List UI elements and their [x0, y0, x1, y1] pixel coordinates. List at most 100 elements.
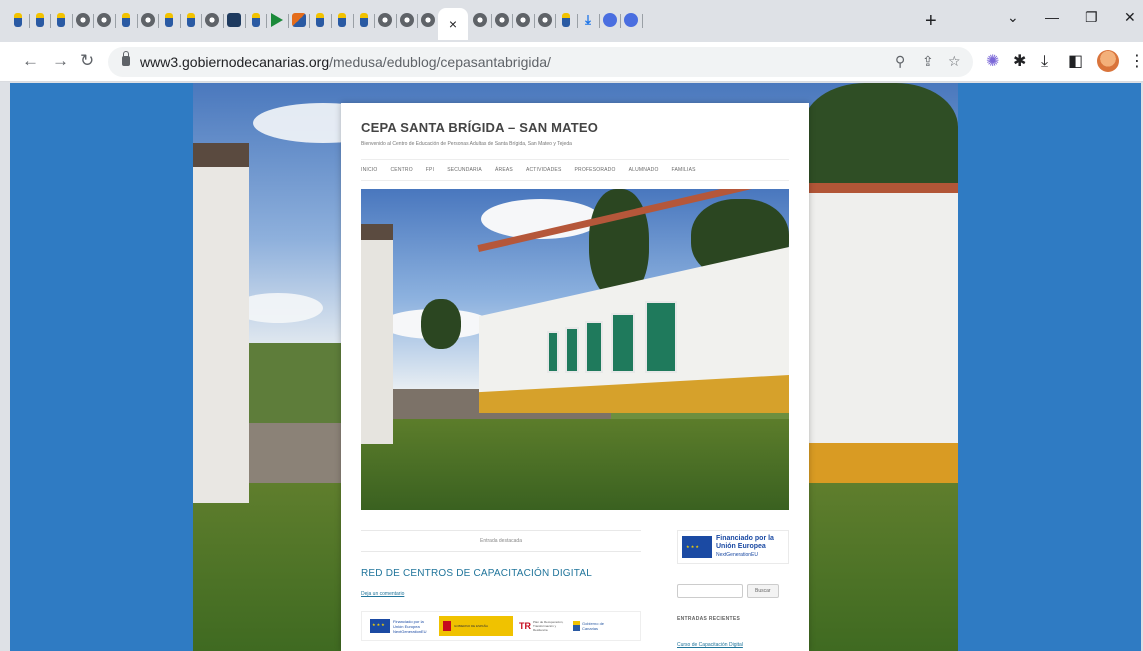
globe-favicon-icon	[516, 13, 531, 27]
browser-tab[interactable]	[94, 10, 114, 30]
browser-tab[interactable]	[289, 10, 309, 30]
nav-item-inicio[interactable]: INICIO	[361, 167, 377, 173]
leave-comment-link[interactable]: Deja un comentario	[361, 591, 641, 597]
nav-item-centro[interactable]: CENTRO	[390, 167, 412, 173]
browser-tab[interactable]	[375, 10, 395, 30]
nav-item-secundaria[interactable]: SECUNDARIA	[447, 167, 482, 173]
close-tab-icon[interactable]: ×	[449, 16, 457, 32]
url-text[interactable]: www3.gobiernodecanarias.org/medusa/edubl…	[140, 54, 551, 70]
browser-tab[interactable]	[116, 10, 136, 30]
sidebar: Financiado por la Unión Europea NextGener…	[677, 530, 789, 648]
hero-house	[361, 224, 393, 444]
recent-post-link[interactable]: Curso de Capacitación Digital	[677, 642, 789, 648]
browser-tab[interactable]	[202, 10, 222, 30]
tab-search-icon[interactable]: ⌄	[1007, 9, 1019, 26]
canarias-favicon-icon	[359, 13, 368, 27]
browser-tab[interactable]	[310, 10, 330, 30]
site-title[interactable]: CEPA SANTA BRÍGIDA – SAN MATEO	[361, 120, 598, 135]
canarias-favicon-icon	[14, 13, 22, 27]
close-window-icon[interactable]: ✕	[1124, 9, 1136, 26]
reload-icon[interactable]: ↻	[80, 51, 94, 71]
recent-posts-heading: ENTRADAS RECIENTES	[677, 616, 741, 622]
hero-tree	[421, 299, 461, 349]
recovery-plan-text: Plan de Recuperación, Transformación y R…	[533, 620, 564, 632]
eu-banner-title: Financiado por la Unión Europea	[716, 535, 774, 550]
new-tab-button[interactable]: +	[925, 11, 937, 31]
globe-favicon-icon	[205, 13, 220, 27]
canarias-logo-text: Gobierno de Canarias	[582, 621, 605, 631]
forward-arrow-icon[interactable]: →	[52, 51, 69, 71]
nav-item-familias[interactable]: FAMILIAS	[672, 167, 696, 173]
browser-tab[interactable]	[246, 10, 266, 30]
browser-tab[interactable]	[354, 10, 374, 30]
browser-tab[interactable]	[621, 10, 641, 30]
profile-avatar[interactable]	[1097, 50, 1119, 72]
browser-tab[interactable]	[267, 10, 287, 30]
share-icon[interactable]: ⇪	[922, 53, 934, 70]
search-button[interactable]: Buscar	[747, 584, 779, 598]
browser-tab[interactable]	[224, 10, 244, 30]
canarias-favicon-icon	[562, 13, 571, 27]
post-title[interactable]: RED DE CENTROS DE CAPACITACIÓN DIGITAL	[361, 568, 641, 579]
canarias-favicon-icon	[165, 13, 174, 27]
download-favicon-icon: ⤓	[585, 12, 591, 27]
browser-tab[interactable]	[8, 10, 28, 30]
browser-tab[interactable]	[470, 10, 490, 30]
tab-strip: × ⤓ + ⌄ — ❐ ✕	[0, 0, 1143, 42]
search-input[interactable]	[677, 584, 743, 598]
browser-tab[interactable]	[138, 10, 158, 30]
funding-logos: Financiado por la Unión Europea NextGene…	[361, 611, 641, 641]
browser-tab[interactable]	[535, 10, 555, 30]
canarias-favicon-icon	[122, 13, 130, 27]
background-building-roof	[793, 183, 958, 193]
browser-tab[interactable]	[492, 10, 512, 30]
browser-tab[interactable]	[30, 10, 50, 30]
downloads-icon[interactable]: ⤓	[1041, 52, 1048, 72]
canarias-government-logo: Gobierno de Canarias	[573, 621, 608, 631]
active-browser-tab[interactable]: ×	[438, 8, 468, 40]
browser-tab[interactable]	[556, 10, 576, 30]
extensions-puzzle-icon[interactable]: ✱	[1013, 52, 1026, 72]
blue-circle-favicon-icon	[602, 13, 617, 27]
eu-funding-banner[interactable]: Financiado por la Unión Europea NextGener…	[677, 530, 789, 564]
main-navigation: INICIO CENTRO FPI SECUNDARIA ÁREAS ACTIVIDADE…	[361, 159, 789, 181]
minimize-icon[interactable]: —	[1045, 9, 1059, 25]
browser-tab[interactable]	[181, 10, 201, 30]
hero-window	[565, 327, 579, 373]
header-image[interactable]	[361, 189, 789, 510]
browser-tab[interactable]	[159, 10, 179, 30]
hero-window	[547, 331, 559, 373]
spain-shield-icon	[443, 621, 451, 631]
extension-gear-icon[interactable]: ✺	[986, 52, 999, 72]
hero-window	[645, 301, 677, 373]
eu-logo-text: Financiado por la Unión Europea NextGene…	[393, 618, 427, 634]
eu-banner-subtitle: NextGenerationEU	[716, 552, 758, 558]
nav-item-alumnado[interactable]: ALUMNADO	[629, 167, 659, 173]
browser-tab[interactable]: ⤓	[578, 10, 598, 30]
browser-tab[interactable]	[600, 10, 620, 30]
nav-item-actividades[interactable]: ACTIVIDADES	[526, 167, 562, 173]
nav-item-profesorado[interactable]: PROFESORADO	[574, 167, 615, 173]
bookmark-star-icon[interactable]: ☆	[948, 53, 961, 70]
tab-separator	[641, 14, 643, 28]
globe-favicon-icon	[399, 13, 414, 27]
restore-icon[interactable]: ❐	[1085, 9, 1098, 26]
side-panel-icon[interactable]: ◧	[1068, 52, 1083, 72]
hero-grass	[361, 419, 789, 510]
address-bar[interactable]: www3.gobiernodecanarias.org/medusa/edubl…	[108, 47, 973, 77]
browser-menu-icon[interactable]: ⋮	[1129, 51, 1143, 71]
canarias-favicon-icon	[316, 13, 325, 27]
browser-tab[interactable]	[73, 10, 93, 30]
zoom-icon[interactable]: ⚲	[895, 53, 905, 70]
back-arrow-icon[interactable]: ←	[22, 51, 39, 71]
nav-item-áreas[interactable]: ÁREAS	[495, 167, 513, 173]
browser-tab[interactable]	[513, 10, 533, 30]
nav-item-fpi[interactable]: FPI	[426, 167, 434, 173]
browser-tab[interactable]	[397, 10, 417, 30]
browser-tab[interactable]	[332, 10, 352, 30]
browser-tab[interactable]	[51, 10, 71, 30]
browser-tab[interactable]	[418, 10, 438, 30]
eu-flag-icon	[370, 619, 390, 633]
lock-icon[interactable]	[122, 51, 130, 66]
orange-favicon-icon	[291, 13, 306, 27]
